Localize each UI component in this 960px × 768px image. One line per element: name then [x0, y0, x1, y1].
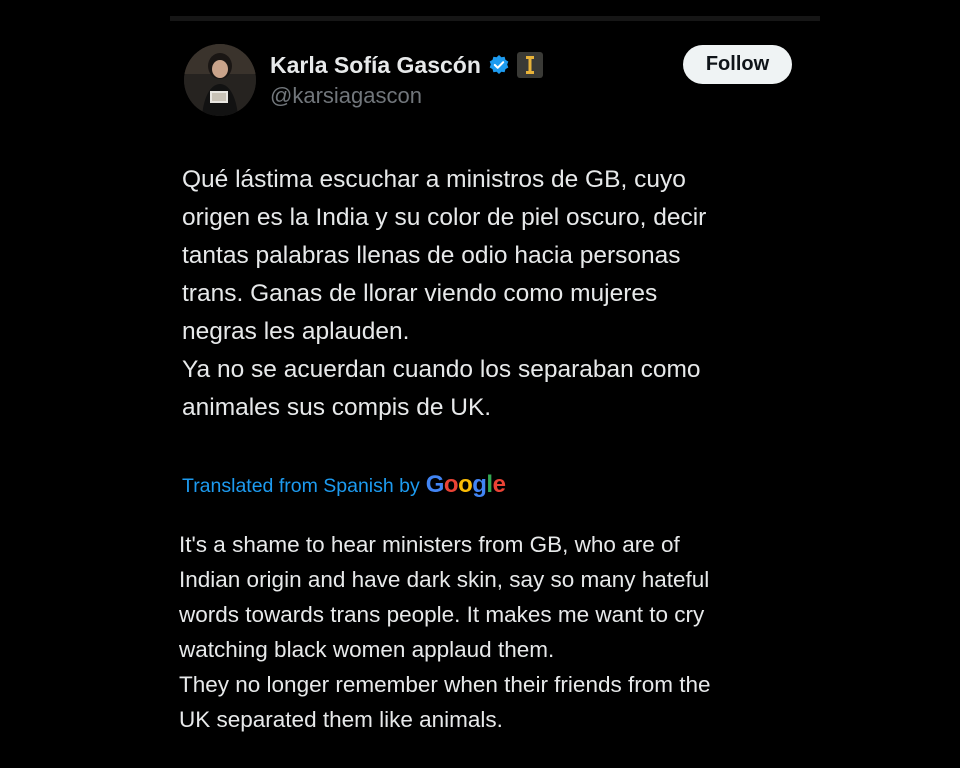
google-logo-letter: e [492, 471, 506, 498]
translation-text: It's a shame to hear ministers from GB, … [179, 527, 799, 737]
tweet-text: Qué lástima escuchar a ministros de GB, … [182, 161, 802, 427]
tweet-line: tantas palabras llenas de odio hacia per… [182, 242, 681, 269]
translation-line: words towards trans people. It makes me … [179, 602, 705, 627]
translation-line: watching black women applaud them. [179, 637, 555, 662]
profile-photo-icon [184, 44, 256, 116]
tweet-line: origen es la India y su color de piel os… [182, 204, 707, 231]
tweet-line: trans. Ganas de llorar viendo como mujer… [182, 280, 658, 307]
translation-line: They no longer remember when their frien… [179, 672, 711, 697]
tweet-line: animales sus compis de UK. [182, 394, 492, 421]
translated-from-link[interactable]: Translated from Spanish by [182, 475, 420, 498]
google-logo-letter: o [443, 471, 459, 498]
google-logo: Google [426, 471, 506, 499]
author-handle[interactable]: @karsiagascon [270, 83, 422, 109]
translation-attribution: Translated from Spanish by Google [182, 471, 506, 505]
author-display-name[interactable]: Karla Sofía Gascón [270, 52, 481, 79]
tweet-line: Qué lástima escuchar a ministros de GB, … [182, 166, 686, 193]
top-divider [170, 16, 820, 21]
tweet-line: negras les aplauden. [182, 318, 410, 345]
translation-line: UK separated them like animals. [179, 707, 503, 732]
follow-button[interactable]: Follow [683, 45, 792, 84]
affiliate-badge-icon[interactable] [516, 52, 543, 78]
google-logo-letter: g [472, 471, 487, 498]
translation-line: Indian origin and have dark skin, say so… [179, 567, 710, 592]
google-logo-letter: o [458, 471, 473, 498]
avatar[interactable] [184, 44, 256, 116]
google-logo-letter: G [425, 471, 445, 498]
verified-badge-icon [488, 54, 510, 76]
translation-line: It's a shame to hear ministers from GB, … [179, 532, 680, 557]
tweet-line: Ya no se acuerdan cuando los separaban c… [182, 356, 701, 383]
author-row: Karla Sofía Gascón [270, 49, 543, 81]
